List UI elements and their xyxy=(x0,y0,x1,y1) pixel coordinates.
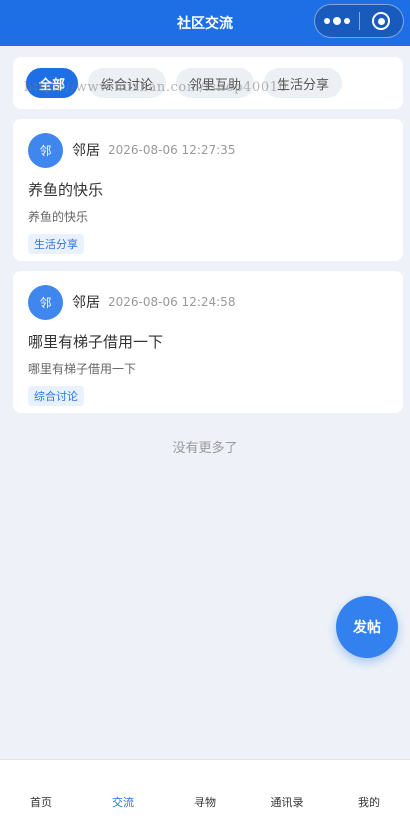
post-tag: 生活分享 xyxy=(28,234,84,254)
post-time: 2026-08-06 12:27:35 xyxy=(108,143,236,157)
post-body: 养鱼的快乐 xyxy=(28,210,89,224)
post-title: 养鱼的快乐 xyxy=(28,181,104,199)
new-post-button[interactable]: 发帖 xyxy=(336,596,398,658)
tab-all[interactable]: 全部 xyxy=(26,68,79,98)
post-title: 哪里有梯子借用一下 xyxy=(28,333,164,351)
post-card[interactable]: 邻 邻居 2026-08-06 12:24:58 哪里有梯子借用一下 哪里有梯子… xyxy=(13,271,403,413)
mini-program-capsule xyxy=(314,4,404,38)
post-author: 邻居 xyxy=(72,295,100,311)
post-header: 邻 邻居 2026-08-06 12:27:35 xyxy=(28,132,387,168)
post-author: 邻居 xyxy=(72,143,100,159)
avatar: 邻 xyxy=(28,284,63,320)
avatar: 邻 xyxy=(28,132,63,168)
post-tag: 综合讨论 xyxy=(28,386,84,406)
tabbar-community[interactable]: 交流 xyxy=(82,794,164,810)
top-nav-bar: 社区交流 xyxy=(0,0,410,46)
tab-life-sharing[interactable]: 生活分享 xyxy=(264,68,343,98)
close-program-button[interactable] xyxy=(360,5,404,37)
more-menu-button[interactable] xyxy=(315,5,359,37)
tabbar-home[interactable]: 首页 xyxy=(0,794,82,810)
post-card[interactable]: 邻 邻居 2026-08-06 12:27:35 养鱼的快乐 养鱼的快乐 生活分… xyxy=(13,119,403,261)
target-icon xyxy=(372,12,391,30)
post-time: 2026-08-06 12:24:58 xyxy=(108,295,236,309)
tabbar-contacts[interactable]: 通讯录 xyxy=(246,794,328,810)
tab-general-discussion[interactable]: 综合讨论 xyxy=(88,68,167,98)
post-body: 哪里有梯子借用一下 xyxy=(28,362,137,376)
post-header: 邻 邻居 2026-08-06 12:24:58 xyxy=(28,284,387,320)
tabbar-lost-found[interactable]: 寻物 xyxy=(164,794,246,810)
category-tabs: 全部 综合讨论 邻里互助 生活分享 xyxy=(13,57,403,109)
bottom-tab-bar: 首页 交流 寻物 通讯录 我的 xyxy=(0,759,410,825)
more-dots-icon xyxy=(323,17,350,25)
tab-neighbor-help[interactable]: 邻里互助 xyxy=(176,68,255,98)
tabbar-mine[interactable]: 我的 xyxy=(328,794,410,810)
page-title: 社区交流 xyxy=(177,16,233,32)
no-more-text: 没有更多了 xyxy=(172,441,238,456)
